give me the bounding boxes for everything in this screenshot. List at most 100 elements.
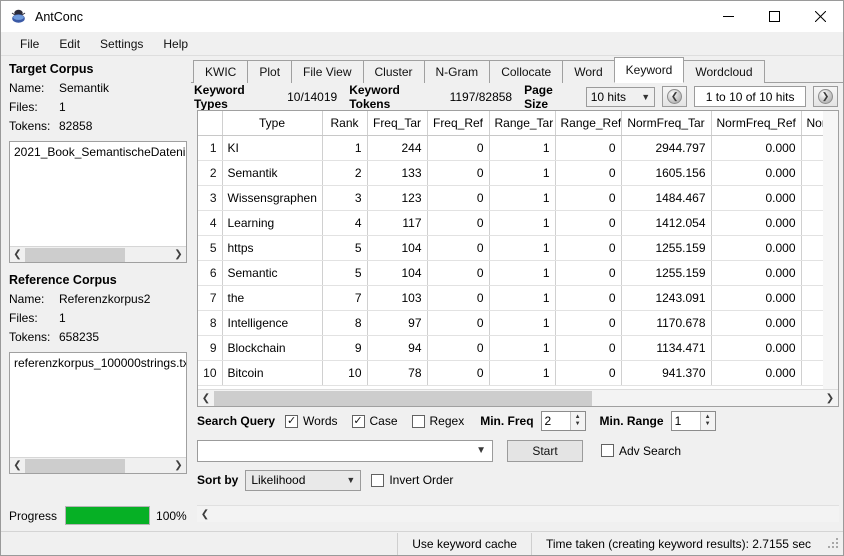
previous-page-button[interactable]: ❮	[662, 86, 688, 107]
scroll-left-icon[interactable]: ❮	[198, 390, 214, 406]
stepper-arrows-icon[interactable]: ▲ ▼	[569, 412, 585, 430]
regex-option[interactable]: Regex	[411, 414, 465, 428]
tab-n-gram[interactable]: N-Gram	[423, 60, 491, 83]
invert-order-checkbox[interactable]	[371, 473, 385, 487]
tab-kwic[interactable]: KWIC	[193, 60, 249, 83]
regex-checkbox[interactable]	[411, 414, 425, 428]
cell-freq-tar: 244	[367, 135, 428, 161]
sort-by-select[interactable]: Likelihood ▼	[245, 469, 362, 491]
scroll-left-icon[interactable]: ❮	[10, 247, 25, 262]
scroll-right-icon[interactable]: ❯	[171, 458, 186, 473]
stepper-arrows-icon[interactable]: ▲ ▼	[699, 412, 715, 430]
tab-file-view[interactable]: File View	[291, 60, 364, 83]
menu-item-edit[interactable]: Edit	[49, 35, 90, 53]
table-row[interactable]: 3 Wissensgraphen 3 123 0 1 0 1484.467 0.000	[198, 185, 838, 211]
tab-wordcloud[interactable]: Wordcloud	[683, 60, 765, 83]
cell-freq-ref: 0	[427, 235, 490, 261]
target-file-list-hscrollbar[interactable]: ❮ ❯	[10, 246, 186, 262]
tab-label: Plot	[259, 65, 281, 79]
cell-range-tar: 1	[489, 185, 556, 211]
adv-search-option[interactable]: Adv Search	[601, 444, 681, 458]
column-header-index[interactable]	[198, 111, 223, 136]
case-checkbox[interactable]: ✓	[351, 414, 365, 428]
invert-order-option[interactable]: Invert Order	[371, 473, 453, 487]
case-option[interactable]: ✓ Case	[351, 414, 398, 428]
close-button[interactable]	[797, 1, 843, 32]
min-freq-stepper[interactable]: 2 ▲ ▼	[540, 411, 586, 431]
column-header-rank[interactable]: Rank	[322, 111, 368, 136]
tab-label: N-Gram	[435, 65, 479, 79]
words-option[interactable]: ✓ Words	[285, 414, 338, 428]
keyword-cache-status[interactable]: Use keyword cache	[397, 532, 531, 555]
regex-label: Regex	[429, 414, 465, 428]
target-file-list-item[interactable]: 2021_Book_SemantischeDatenin	[10, 142, 186, 159]
menu-item-settings[interactable]: Settings	[90, 35, 153, 53]
table-row[interactable]: 9 Blockchain 9 94 0 1 0 1134.471 0.000	[198, 335, 838, 361]
reference-file-list[interactable]: referenzkorpus_100000strings.tx ❮ ❯	[9, 352, 187, 474]
tab-word[interactable]: Word	[562, 60, 615, 83]
column-header-type[interactable]: Type	[222, 111, 323, 136]
reference-files-row: Files: 1	[9, 310, 185, 327]
page-size-select[interactable]: 10 hits ▼	[585, 86, 656, 107]
scroll-right-icon[interactable]: ❯	[822, 390, 838, 406]
keyword-results-table[interactable]: Type Rank Freq_Tar Freq_Ref Range_Tar Ra…	[197, 110, 839, 407]
table-vertical-scrollbar[interactable]	[823, 111, 838, 406]
cell-range-ref: 0	[555, 335, 622, 361]
chevron-down-icon: ▼	[346, 475, 356, 485]
column-header-freq-ref[interactable]: Freq_Ref	[427, 111, 490, 136]
maximize-button[interactable]	[751, 1, 797, 32]
table-row[interactable]: 8 Intelligence 8 97 0 1 0 1170.678 0.000	[198, 310, 838, 336]
cell-type: the	[222, 285, 323, 311]
scroll-left-icon[interactable]: ❮	[10, 458, 25, 473]
scroll-right-icon[interactable]: ❯	[171, 247, 186, 262]
menu-item-file[interactable]: File	[10, 35, 49, 53]
words-checkbox[interactable]: ✓	[285, 414, 299, 428]
next-page-button[interactable]: ❯	[813, 86, 838, 107]
table-row[interactable]: 4 Learning 4 117 0 1 0 1412.054 0.000	[198, 210, 838, 236]
reference-name-label: Name:	[9, 292, 45, 306]
menu-item-help[interactable]: Help	[153, 35, 198, 53]
scroll-thumb[interactable]	[214, 390, 592, 406]
start-button[interactable]: Start	[507, 439, 583, 462]
cell-normfreq-tar: 1484.467	[621, 185, 712, 211]
table-row[interactable]: 5 https 5 104 0 1 0 1255.159 0.000	[198, 235, 838, 261]
table-row[interactable]: 6 Semantic 5 104 0 1 0 1255.159 0.000	[198, 260, 838, 286]
column-header-normfreq-ref[interactable]: NormFreq_Ref	[711, 111, 802, 136]
table-row[interactable]: 10 Bitcoin 10 78 0 1 0 941.370 0.000	[198, 360, 838, 386]
scroll-thumb[interactable]	[25, 458, 125, 473]
column-header-freq-tar[interactable]: Freq_Tar	[367, 111, 428, 136]
tab-keyword[interactable]: Keyword	[613, 57, 685, 83]
adv-search-label: Adv Search	[619, 443, 682, 458]
table-row[interactable]: 7 the 7 103 0 1 0 1243.091 0.000	[198, 285, 838, 311]
target-corpus-section: Target Corpus Name: Semantik Files: 1 To…	[9, 62, 187, 263]
keyword-tokens-label: Keyword Tokens	[349, 82, 400, 111]
table-row[interactable]: 2 Semantik 2 133 0 1 0 1605.156 0.000	[198, 160, 838, 186]
cell-range-tar: 1	[489, 335, 556, 361]
minimize-button[interactable]	[705, 1, 751, 32]
scroll-left-icon[interactable]: ❮	[197, 506, 213, 522]
reference-file-list-item[interactable]: referenzkorpus_100000strings.tx	[10, 353, 186, 370]
target-file-list[interactable]: 2021_Book_SemantischeDatenin ❮ ❯	[9, 141, 187, 263]
adv-search-checkbox[interactable]	[601, 444, 614, 457]
column-header-normfreq-tar[interactable]: NormFreq_Tar	[621, 111, 712, 136]
panel-horizontal-scrollbar[interactable]: ❮	[197, 505, 839, 522]
cell-range-tar: 1	[489, 260, 556, 286]
column-header-range-ref[interactable]: Range_Ref	[555, 111, 622, 136]
min-freq-label: Min. Freq	[480, 414, 534, 428]
scroll-thumb[interactable]	[25, 247, 125, 262]
table-horizontal-scrollbar[interactable]: ❮ ❯	[198, 389, 838, 406]
target-name-row: Name: Semantik	[9, 80, 185, 97]
cell-type: Semantik	[222, 160, 323, 186]
reference-file-list-hscrollbar[interactable]: ❮ ❯	[10, 457, 186, 473]
page-size-value: 10 hits	[590, 89, 627, 104]
column-header-range-tar[interactable]: Range_Tar	[489, 111, 556, 136]
reference-tokens-label: Tokens:	[9, 330, 51, 344]
tab-cluster[interactable]: Cluster	[362, 60, 425, 83]
table-row[interactable]: 1 KI 1 244 0 1 0 2944.797 0.000	[198, 135, 838, 161]
tab-plot[interactable]: Plot	[247, 60, 293, 83]
resize-grip-icon[interactable]	[827, 537, 841, 551]
cell-normfreq-tar: 1605.156	[621, 160, 712, 186]
min-range-stepper[interactable]: 1 ▲ ▼	[670, 411, 716, 431]
search-query-combobox[interactable]: ▼	[197, 439, 493, 462]
tab-collocate[interactable]: Collocate	[489, 60, 564, 83]
